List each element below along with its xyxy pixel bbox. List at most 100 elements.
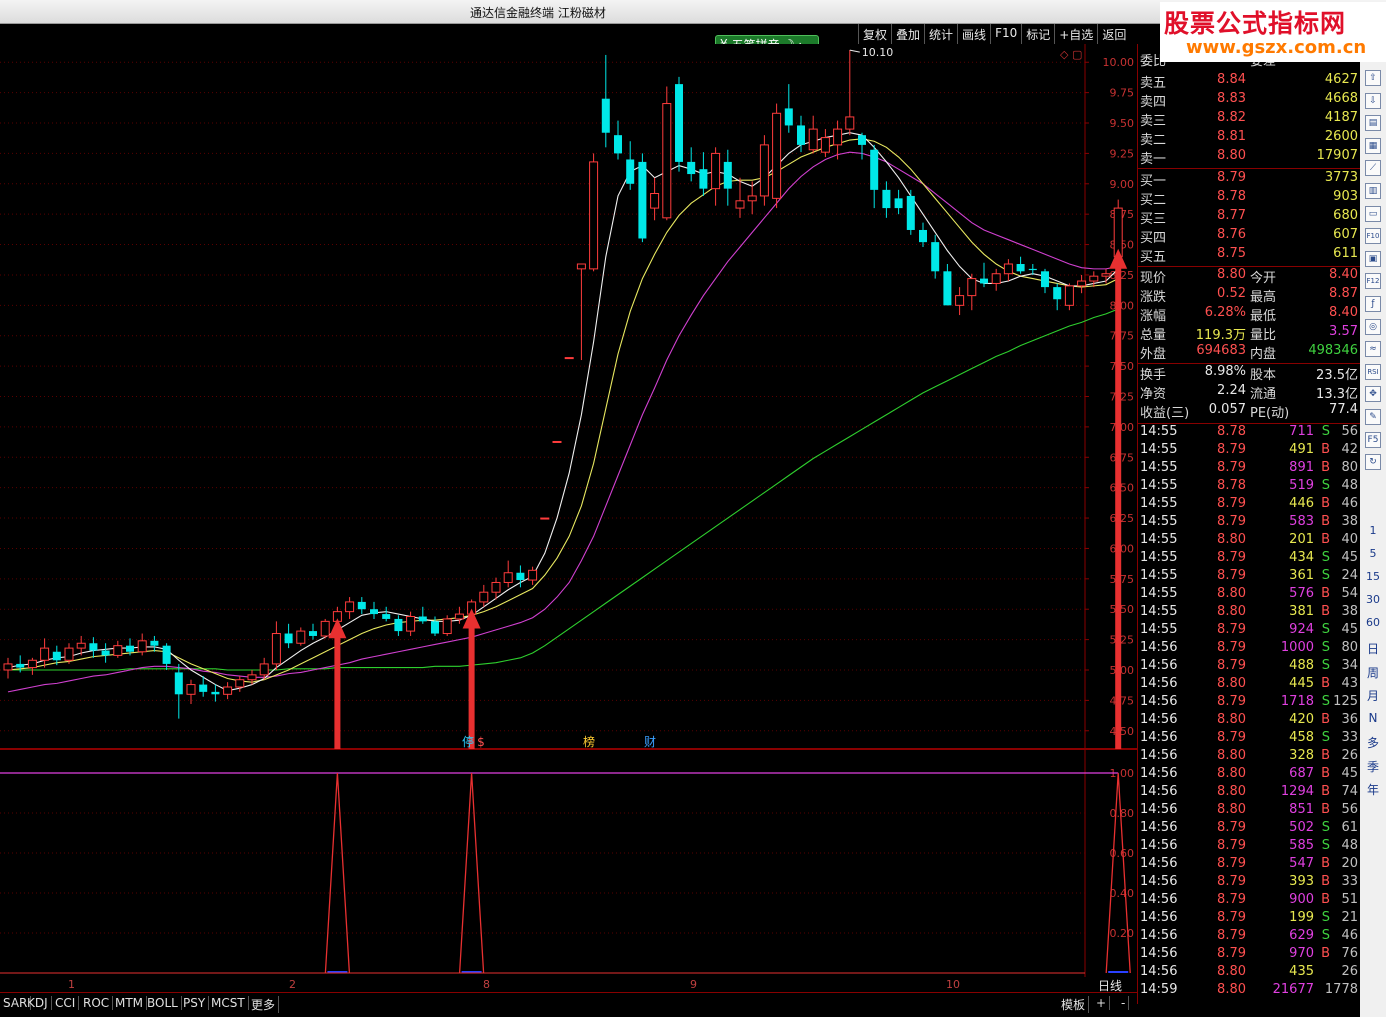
tick-count: 42 — [1341, 442, 1358, 457]
date-axis-label: 8 — [483, 978, 490, 991]
toolbar-button-4[interactable]: F10 — [990, 24, 1021, 44]
f10-icon[interactable]: F10 — [1365, 228, 1381, 245]
bid-price: 8.77 — [1217, 208, 1246, 223]
quote-row: 14:56 8.80 328 B 26 — [1138, 748, 1360, 766]
wave-icon[interactable]: ≈ — [1365, 341, 1381, 358]
f5-icon[interactable]: F5 — [1365, 431, 1381, 448]
toolbar-button-5[interactable]: 标记 — [1021, 24, 1054, 44]
tick-count: 51 — [1341, 892, 1358, 907]
indicator-tab-kdj[interactable]: KDJ — [24, 996, 52, 1010]
period-option-5[interactable]: 季 — [1360, 758, 1386, 775]
period-option-0[interactable]: 日 — [1360, 640, 1386, 657]
tick-side: B — [1321, 802, 1330, 817]
bottom-control-2[interactable]: - — [1118, 996, 1130, 1010]
tick-volume: 488 — [1289, 658, 1314, 673]
quote-row: 外盘 694683 内盘 498346 — [1138, 343, 1360, 362]
indicator-tab-boll[interactable]: BOLL — [144, 996, 182, 1010]
tick-time: 14:56 — [1140, 874, 1178, 889]
y-tick-label: 6.25 — [1110, 512, 1135, 525]
list-icon[interactable]: ▤ — [1365, 115, 1381, 132]
ask-volume: 17907 — [1316, 148, 1358, 163]
arrow-down-icon[interactable]: ⇩ — [1365, 92, 1381, 109]
tick-volume: 458 — [1289, 730, 1314, 745]
y-tick-label: 9.50 — [1110, 117, 1135, 130]
minute-period-60[interactable]: 60 — [1360, 616, 1386, 629]
quote-row: 买一 8.79 3773 — [1138, 170, 1360, 189]
indicator-tab-mcst[interactable]: MCST — [208, 996, 249, 1010]
toolbar-button-2[interactable]: 统计 — [924, 24, 957, 44]
quote-row: 卖二 8.81 2600 — [1138, 129, 1360, 148]
stat-label: 今开 — [1250, 271, 1277, 286]
tick-time: 14:56 — [1140, 928, 1178, 943]
tick-side: S — [1321, 550, 1330, 565]
tick-time: 14:56 — [1140, 892, 1178, 907]
chart-icon[interactable]: ⟋ — [1365, 160, 1381, 177]
toolbar-button-7[interactable]: 返回 — [1097, 24, 1130, 44]
quote-row: 14:55 8.80 576 B 54 — [1138, 586, 1360, 604]
y-tick-label: 9.00 — [1110, 178, 1135, 191]
candlestick-chart[interactable]: 10.009.759.509.259.008.758.508.258.007.7… — [0, 44, 1137, 749]
fundamental-label: PE(动) — [1250, 406, 1290, 421]
period-option-6[interactable]: 年 — [1360, 781, 1386, 798]
tick-time: 14:55 — [1140, 442, 1178, 457]
arrow-up-icon[interactable]: ⇧ — [1365, 70, 1381, 86]
period-option-4[interactable]: 多 — [1360, 734, 1386, 751]
candle-body-down — [906, 195, 915, 230]
box-icon[interactable]: ▣ — [1365, 250, 1381, 267]
tick-volume: 629 — [1289, 928, 1314, 943]
tick-count: 45 — [1341, 622, 1358, 637]
circle-icon[interactable]: ◎ — [1365, 318, 1381, 335]
bottom-control-0[interactable]: 模板 — [1058, 996, 1090, 1013]
panel-icon[interactable]: ▭ — [1365, 205, 1381, 222]
toolbar-button-3[interactable]: 画线 — [957, 24, 990, 44]
tick-count: 40 — [1341, 532, 1358, 547]
toolbar-button-0[interactable]: 复权 — [858, 24, 891, 44]
pen-icon[interactable]: ✎ — [1365, 409, 1381, 425]
toolbar-button-6[interactable]: +自选 — [1054, 24, 1097, 44]
ask-volume: 2600 — [1324, 129, 1358, 144]
quote-row: 换手 8.98% 股本 23.5亿 — [1138, 364, 1360, 383]
candle-body-up — [759, 144, 769, 197]
f12-icon[interactable]: F12 — [1365, 273, 1381, 290]
stat-value: 0.52 — [1217, 286, 1246, 301]
bid-volume: 903 — [1333, 189, 1358, 204]
indicator-tab-更多[interactable]: 更多 — [248, 996, 280, 1013]
candle-body-up — [1101, 273, 1111, 277]
candle-body-up — [442, 618, 452, 635]
move-icon[interactable]: ✥ — [1365, 386, 1381, 403]
quote-row: 14:56 8.80 1294 B 74 — [1138, 784, 1360, 802]
rsi-icon[interactable]: RSI — [1365, 363, 1381, 380]
indicator-tab-roc[interactable]: ROC — [80, 996, 114, 1010]
y-tick-label: 7.50 — [1110, 360, 1135, 373]
period-option-3[interactable]: N — [1360, 711, 1386, 725]
indicator-tab-cci[interactable]: CCI — [52, 996, 80, 1010]
function-icon[interactable]: ƒ — [1365, 296, 1381, 312]
toolbar-button-1[interactable]: 叠加 — [891, 24, 924, 44]
stat-value: 8.40 — [1329, 267, 1358, 282]
period-option-1[interactable]: 周 — [1360, 664, 1386, 681]
bid-volume: 3773 — [1324, 170, 1358, 185]
grid-icon[interactable]: ▦ — [1365, 137, 1381, 154]
period-option-2[interactable]: 月 — [1360, 687, 1386, 704]
refresh-icon[interactable]: ↻ — [1365, 454, 1381, 471]
candle-body-up — [967, 278, 977, 297]
minute-period-5[interactable]: 5 — [1360, 547, 1386, 560]
minute-period-1[interactable]: 1 — [1360, 524, 1386, 537]
indicator-tab-psy[interactable]: PSY — [180, 996, 210, 1010]
tick-price: 8.79 — [1217, 838, 1246, 853]
tick-volume: 445 — [1289, 676, 1314, 691]
quote-row: 14:56 8.80 445 B 43 — [1138, 676, 1360, 694]
bottom-control-1[interactable]: + — [1093, 996, 1111, 1010]
signal-indicator-chart[interactable]: 1.000.800.600.400.20 — [0, 749, 1137, 977]
candle-icon[interactable]: ▥ — [1365, 183, 1381, 199]
indicator-tab-mtm[interactable]: MTM — [112, 996, 148, 1010]
tick-side: B — [1321, 586, 1330, 601]
candle-body-up — [1064, 285, 1074, 306]
tick-price: 8.79 — [1217, 622, 1246, 637]
candle-body-up — [64, 647, 74, 661]
quote-row: 14:56 8.79 458 S 33 — [1138, 730, 1360, 748]
minute-period-15[interactable]: 15 — [1360, 570, 1386, 583]
fundamental-value: 77.4 — [1329, 402, 1358, 417]
fundamental-label: 净资 — [1140, 387, 1167, 402]
minute-period-30[interactable]: 30 — [1360, 593, 1386, 606]
